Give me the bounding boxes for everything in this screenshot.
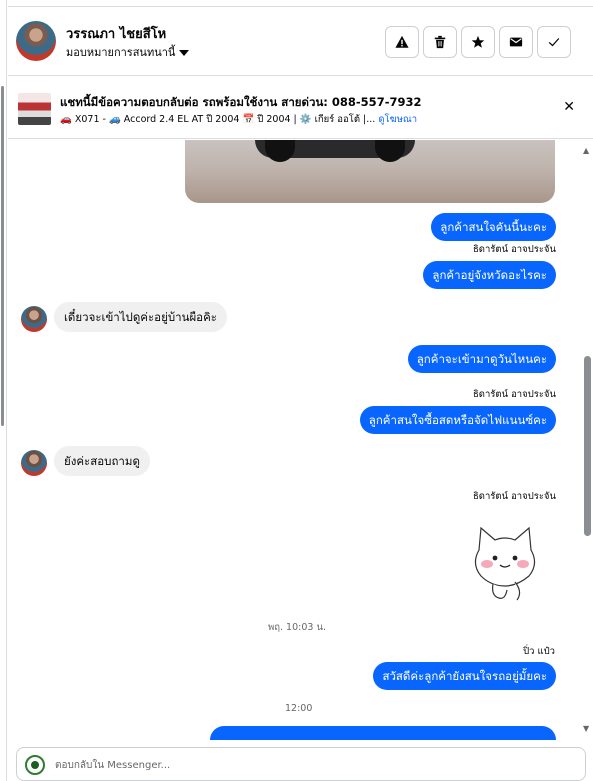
reply-input[interactable] xyxy=(55,756,555,774)
outgoing-message[interactable]: ลูกค้าจะเข้ามาดูวันไหนคะ xyxy=(407,345,556,373)
close-icon[interactable]: ✕ xyxy=(563,99,575,115)
caret-down-icon xyxy=(179,50,190,56)
car-photo-attachment[interactable] xyxy=(185,140,555,203)
sender-name: ธิดารัตน์ อาจประจัน xyxy=(473,491,556,502)
sender-name: ธิดารัตน์ อาจประจัน xyxy=(473,244,556,255)
mark-done-button[interactable] xyxy=(537,26,571,58)
incoming-message[interactable]: ยังค่ะสอบถามดู xyxy=(54,446,150,476)
mark-unread-button[interactable] xyxy=(499,26,533,58)
sender-name: ปิ่ว แป๋ว xyxy=(523,646,555,657)
outgoing-message[interactable]: ลูกค้าอยู่จังหวัดอะไรคะ xyxy=(423,261,556,289)
left-scrollbar[interactable] xyxy=(1,86,4,426)
trash-icon xyxy=(434,35,446,49)
conversation-header: วรรณภา ไชยสีโห มอบหมายการสนทนานี้ xyxy=(8,6,593,76)
car-wheel xyxy=(265,140,295,162)
ad-details-text: 🚗 X071 - 🚙 Accord 2.4 EL AT ปี 2004 📅 ปี… xyxy=(60,114,376,125)
ad-title: แชทนี้มีข้อความตอบกลับต่อ รถพร้อมใช้งาน … xyxy=(60,95,422,109)
report-button[interactable] xyxy=(385,26,419,58)
delete-button[interactable] xyxy=(423,26,457,58)
ad-context-bar: แชทนี้มีข้อความตอบกลับต่อ รถพร้อมใช้งาน … xyxy=(8,77,593,139)
star-icon xyxy=(471,35,485,48)
ad-thumbnail[interactable] xyxy=(18,93,51,125)
car-wheel xyxy=(375,140,405,162)
cat-sticker[interactable] xyxy=(467,520,543,602)
message-composer xyxy=(16,747,586,781)
contact-name[interactable]: วรรณภา ไชยสีโห xyxy=(66,23,166,44)
warning-icon xyxy=(395,35,409,48)
assign-conversation-dropdown[interactable]: มอบหมายการสนทนานี้ xyxy=(66,43,190,61)
sender-name: ธิดารัตน์ อาจประจัน xyxy=(473,389,556,400)
contact-avatar-small[interactable] xyxy=(21,450,47,476)
contact-avatar[interactable] xyxy=(16,21,56,61)
assign-label: มอบหมายการสนทนานี้ xyxy=(66,46,176,59)
header-actions xyxy=(385,26,571,58)
star-button[interactable] xyxy=(461,26,495,58)
ad-details: 🚗 X071 - 🚙 Accord 2.4 EL AT ปี 2004 📅 ปี… xyxy=(60,112,417,127)
outgoing-message-partial[interactable] xyxy=(210,726,556,740)
left-panel-edge xyxy=(0,0,7,781)
outgoing-message[interactable]: สวัสดีค่ะลูกค้ายังสนใจรถอยู่มั้ยคะ xyxy=(373,662,556,690)
timestamp: พฤ. 10:03 น. xyxy=(268,622,326,633)
scroll-down-icon[interactable]: ▼ xyxy=(583,724,589,733)
contact-avatar-small[interactable] xyxy=(21,306,47,332)
outgoing-message[interactable]: ลูกค้าสนใจซื้อสดหรือจัดไฟแนนซ์คะ xyxy=(359,406,556,434)
view-ad-link[interactable]: ดูโฆษณา xyxy=(378,114,417,125)
incoming-message[interactable]: เดี๋ยวจะเข้าไปดูค่ะอยู่บ้านผือคิะ xyxy=(54,302,227,332)
page-logo-icon xyxy=(25,755,45,775)
mail-icon xyxy=(509,37,523,47)
message-scrollbar-thumb[interactable] xyxy=(584,356,591,536)
timestamp: 12:00 xyxy=(285,703,313,714)
check-icon xyxy=(548,38,560,47)
scroll-up-icon[interactable]: ▲ xyxy=(583,146,589,155)
outgoing-message[interactable]: ลูกค้าสนใจคันนี้นะคะ xyxy=(431,213,556,241)
